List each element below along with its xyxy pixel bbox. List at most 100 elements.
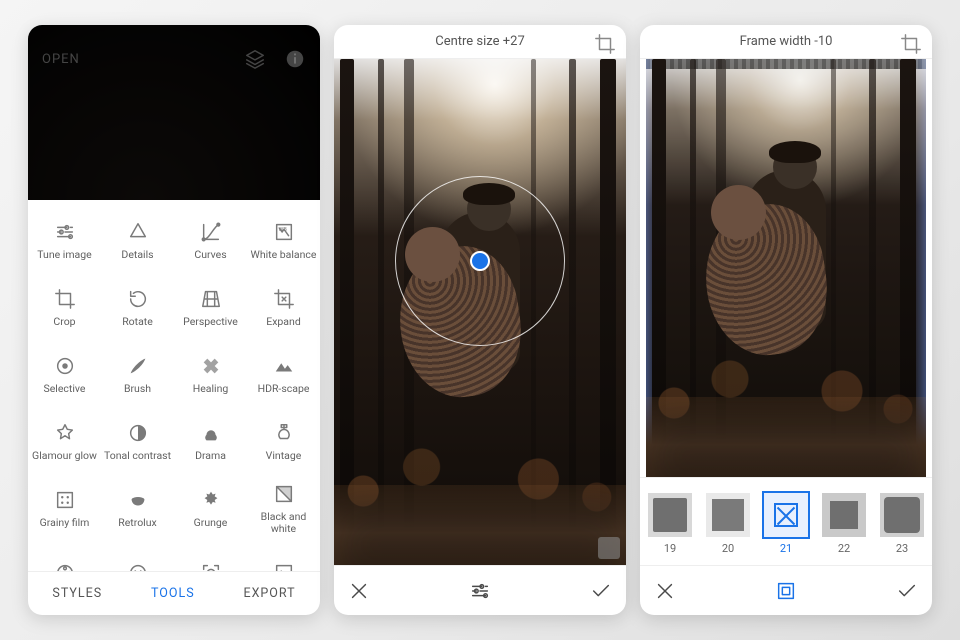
tool-grunge[interactable]: Grunge <box>174 476 247 541</box>
tool-drama[interactable]: Drama <box>174 409 247 474</box>
compare-icon[interactable] <box>594 33 616 55</box>
tonal-contrast-icon <box>127 422 149 444</box>
photo-canvas[interactable] <box>334 59 626 565</box>
tool-glamour-glow[interactable]: Glamour glow <box>28 409 101 474</box>
tool-label: Rotate <box>122 316 153 328</box>
photo-canvas[interactable] <box>646 59 926 477</box>
info-icon[interactable] <box>284 48 306 70</box>
tool-label: Healing <box>193 383 229 395</box>
tab-styles[interactable]: STYLES <box>52 586 102 601</box>
retrolux-icon <box>127 489 149 511</box>
selective-icon <box>54 355 76 377</box>
tool-label: Crop <box>53 316 75 328</box>
frame-number: 21 <box>780 542 792 555</box>
frame-thumb <box>880 493 924 537</box>
tool-expand[interactable]: Expand <box>247 275 320 340</box>
frame-option-23[interactable]: 23 <box>879 493 925 555</box>
frame-number: 22 <box>838 542 850 555</box>
tool-label: Brush <box>124 383 151 395</box>
tool-face-enhance[interactable] <box>101 543 174 571</box>
frame-option-19[interactable]: 19 <box>647 493 693 555</box>
frames-icon[interactable] <box>775 580 797 602</box>
details-icon <box>127 221 149 243</box>
tool-label: White balance <box>251 249 317 261</box>
layers-icon[interactable] <box>244 48 266 70</box>
frame-thumb <box>706 493 750 537</box>
svg-text:WB: WB <box>278 227 287 233</box>
tune-image-icon <box>54 221 76 243</box>
screen-tools: OPEN Tune image Details Curves WB White bala… <box>28 25 320 615</box>
histogram-icon[interactable] <box>598 537 620 559</box>
rotate-icon <box>127 288 149 310</box>
frame-option-22[interactable]: 22 <box>821 493 867 555</box>
crop-icon <box>54 288 76 310</box>
dimmed-preview: OPEN <box>28 25 320 200</box>
bottom-tabs: STYLES TOOLS EXPORT <box>28 571 320 615</box>
frame-thumb <box>648 493 692 537</box>
tool-label: Black and white <box>249 511 318 534</box>
healing-icon <box>200 355 222 377</box>
expand-icon <box>273 288 295 310</box>
frame-option-21[interactable]: 21 <box>763 493 809 555</box>
frame-thumb <box>822 493 866 537</box>
tool-curves[interactable]: Curves <box>174 208 247 273</box>
tool-film-reel[interactable] <box>28 543 101 571</box>
param-readout: Frame width -10 <box>740 34 833 49</box>
tool-label: Tune image <box>37 249 91 261</box>
tab-export[interactable]: EXPORT <box>243 586 295 601</box>
tool-perspective[interactable]: Perspective <box>174 275 247 340</box>
tool-details[interactable]: Details <box>101 208 174 273</box>
sliders-icon[interactable] <box>469 580 491 602</box>
tool-black-and-white[interactable]: Black and white <box>247 476 320 541</box>
frame-number: 23 <box>896 542 908 555</box>
tool-tune-image[interactable]: Tune image <box>28 208 101 273</box>
frame-number: 19 <box>664 542 676 555</box>
param-readout: Centre size +27 <box>435 34 525 49</box>
compare-icon[interactable] <box>900 33 922 55</box>
edit-header: Frame width -10 <box>640 25 932 59</box>
tab-tools[interactable]: TOOLS <box>151 586 195 601</box>
tool-tonal-contrast[interactable]: Tonal contrast <box>101 409 174 474</box>
tool-label: Drama <box>195 450 226 462</box>
curves-icon <box>200 221 222 243</box>
tool-label: Details <box>121 249 153 261</box>
tool-white-balance[interactable]: WB White balance <box>247 208 320 273</box>
film-reel-icon <box>54 562 76 572</box>
focus-ring[interactable] <box>395 176 565 346</box>
tool-rotate[interactable]: Rotate <box>101 275 174 340</box>
tool-face-pose[interactable] <box>174 543 247 571</box>
tool-brush[interactable]: Brush <box>101 342 174 407</box>
open-button[interactable]: OPEN <box>42 52 80 67</box>
tool-grainy-film[interactable]: Grainy film <box>28 476 101 541</box>
cancel-button[interactable] <box>654 580 676 602</box>
tool-crop[interactable]: Crop <box>28 275 101 340</box>
brush-icon <box>127 355 149 377</box>
hdr-scape-icon <box>273 355 295 377</box>
frame-option-20[interactable]: 20 <box>705 493 751 555</box>
grainy-film-icon <box>54 489 76 511</box>
photo-subject <box>711 145 861 375</box>
black-and-white-icon <box>273 483 295 505</box>
drama-icon <box>200 422 222 444</box>
frame-thumb <box>764 493 808 537</box>
tool-selective[interactable]: Selective <box>28 342 101 407</box>
tool-label: Perspective <box>183 316 238 328</box>
tool-hdr-scape[interactable]: HDR-scape <box>247 342 320 407</box>
misc-icon <box>273 562 295 572</box>
grunge-icon <box>200 489 222 511</box>
apply-button[interactable] <box>896 580 918 602</box>
edit-header: Centre size +27 <box>334 25 626 59</box>
tool-misc[interactable] <box>247 543 320 571</box>
tool-label: Expand <box>266 316 301 328</box>
tool-retrolux[interactable]: Retrolux <box>101 476 174 541</box>
vintage-icon <box>273 422 295 444</box>
screen-centre-size: Centre size +27 <box>334 25 626 615</box>
tool-label: Vintage <box>266 450 302 462</box>
tool-vintage[interactable]: Vintage <box>247 409 320 474</box>
tool-healing[interactable]: Healing <box>174 342 247 407</box>
apply-button[interactable] <box>590 580 612 602</box>
cancel-button[interactable] <box>348 580 370 602</box>
tool-label: Grunge <box>194 517 228 529</box>
screen-frame-width: Frame width -10 19 20 21 22 23 <box>640 25 932 615</box>
tool-label: Glamour glow <box>32 450 97 462</box>
